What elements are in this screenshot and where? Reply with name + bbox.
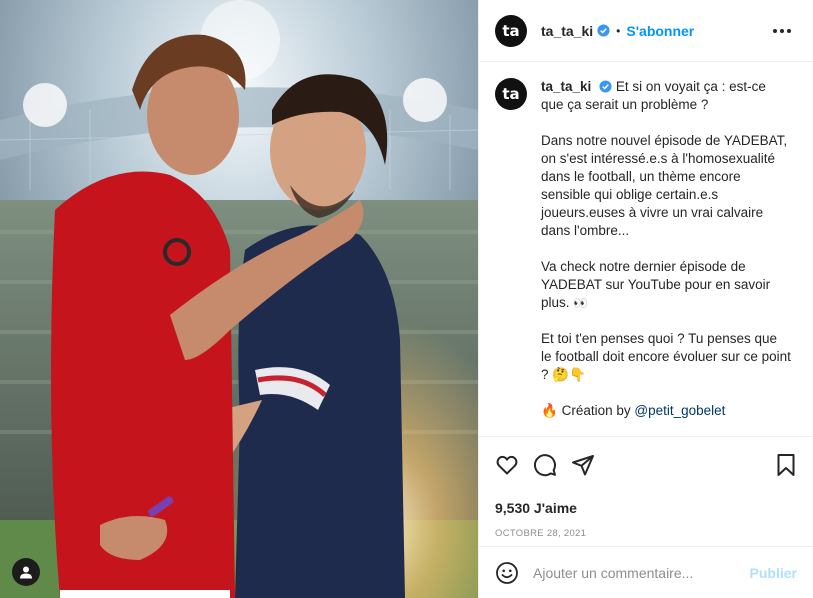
caption-credit: 🔥 Création by @petit_gobelet	[541, 402, 791, 420]
user-icon	[20, 566, 32, 579]
post-details-panel: ta ta_ta_ki • S'abonner ta ta_ta_ki Et s…	[478, 0, 813, 598]
fire-emoji: 🔥	[541, 403, 558, 418]
smiley-icon[interactable]	[495, 561, 519, 585]
author-username[interactable]: ta_ta_ki	[541, 23, 593, 39]
comment-box: Publier	[479, 546, 813, 598]
publish-button[interactable]: Publier	[750, 565, 797, 581]
caption-paragraph-4: Et toi t'en penses quoi ? Tu penses que …	[541, 330, 791, 384]
thinking-pointing-emoji: 🤔👇	[552, 367, 586, 382]
likes-count[interactable]: 9,530 J'aime	[495, 500, 797, 516]
caption-first-line: ta_ta_ki Et si on voyait ça : est-ce que…	[541, 78, 791, 114]
credit-mention-link[interactable]: @petit_gobelet	[634, 403, 725, 418]
post-image[interactable]	[0, 0, 478, 598]
heart-icon[interactable]	[495, 453, 519, 477]
caption-text: ta_ta_ki Et si on voyait ça : est-ce que…	[541, 78, 791, 436]
caption-paragraph-2: Dans notre nouvel épisode de YADEBAT, on…	[541, 133, 788, 238]
share-icon[interactable]	[571, 453, 595, 477]
more-options-icon[interactable]	[767, 23, 797, 39]
separator-dot: •	[616, 23, 621, 38]
post-photo-illustration	[0, 0, 478, 598]
author-avatar[interactable]: ta	[495, 14, 527, 47]
credit-prefix: Création by	[561, 403, 631, 418]
verified-badge-icon	[597, 24, 610, 37]
comment-input[interactable]	[533, 564, 742, 581]
tagged-users-button[interactable]	[12, 558, 40, 586]
action-icons-row	[495, 451, 797, 479]
eyes-emoji: 👀	[573, 296, 589, 310]
post-header: ta ta_ta_ki • S'abonner	[479, 0, 813, 62]
caption-paragraph-3: Va check notre dernier épisode de YADEBA…	[541, 258, 791, 312]
comment-icon[interactable]	[533, 453, 557, 477]
post-caption: ta ta_ta_ki Et si on voyait ça : est-ce …	[479, 62, 813, 436]
verified-badge-icon	[599, 80, 612, 93]
caption-avatar[interactable]: ta	[495, 78, 527, 110]
caption-username[interactable]: ta_ta_ki	[541, 79, 591, 94]
post-date: OCTOBRE 28, 2021	[495, 528, 587, 539]
bookmark-icon[interactable]	[775, 453, 797, 477]
post-actions: 9,530 J'aime OCTOBRE 28, 2021	[479, 436, 813, 546]
follow-button[interactable]: S'abonner	[626, 23, 694, 39]
